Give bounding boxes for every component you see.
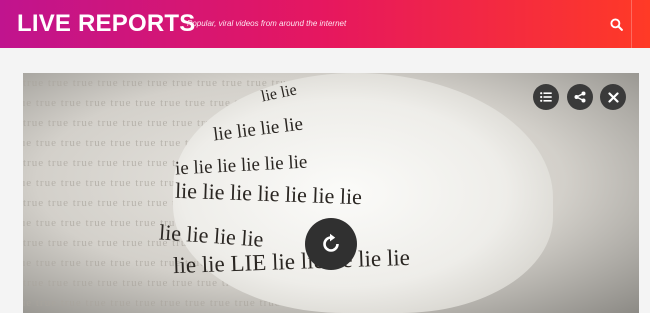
close-icon (607, 91, 619, 103)
video-player[interactable]: true true true true true true true true … (23, 73, 639, 313)
site-header: LIVE REPORTS Popular, viral videos from … (0, 0, 650, 48)
header-divider (631, 0, 632, 48)
share-button[interactable] (567, 84, 593, 110)
close-button[interactable] (600, 84, 626, 110)
playlist-icon (540, 92, 552, 102)
site-tagline: Popular, viral videos from around the in… (187, 19, 347, 28)
replay-button[interactable] (305, 218, 357, 270)
search-icon (609, 17, 623, 31)
search-button[interactable] (604, 12, 628, 36)
playlist-button[interactable] (533, 84, 559, 110)
replay-icon (323, 233, 339, 252)
site-logo[interactable]: LIVE REPORTS (17, 10, 195, 38)
share-icon (574, 91, 586, 103)
